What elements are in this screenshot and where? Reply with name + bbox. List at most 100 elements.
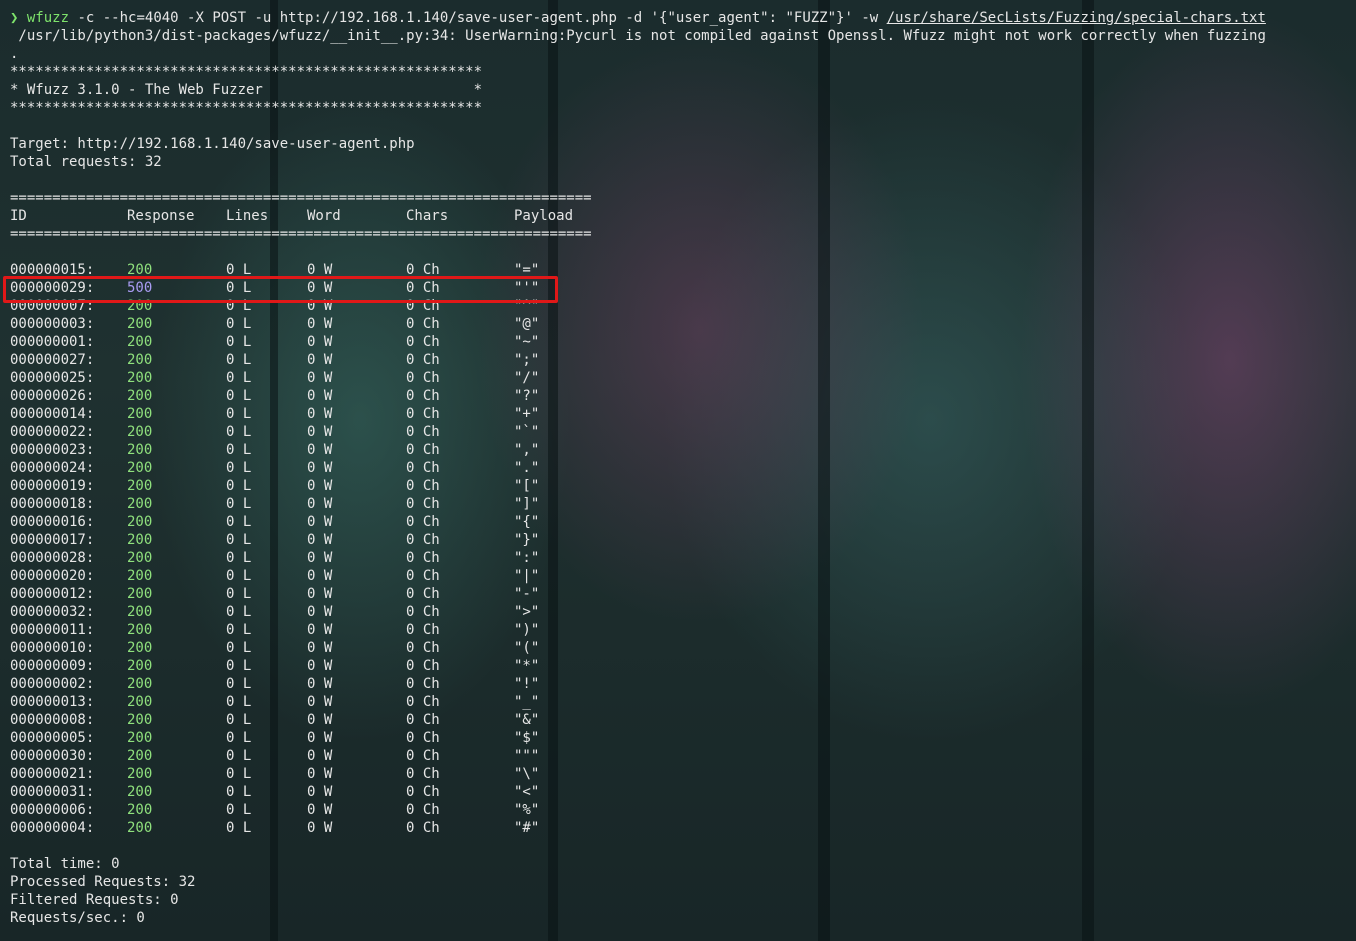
command-args: -c --hc=4040 -X POST -u http://192.168.1… bbox=[69, 10, 887, 26]
result-id: 000000032: bbox=[10, 604, 95, 620]
result-row: 000000002: 200 0 L 0 W 0 Ch "!" bbox=[10, 675, 1356, 693]
result-chars: 0 Ch bbox=[406, 748, 440, 764]
result-chars: 0 Ch bbox=[406, 604, 440, 620]
result-response: 200 bbox=[127, 820, 153, 836]
result-word: 0 W bbox=[307, 370, 333, 386]
result-lines: 0 L bbox=[226, 406, 252, 422]
result-lines: 0 L bbox=[226, 622, 252, 638]
result-row: 000000030: 200 0 L 0 W 0 Ch """ bbox=[10, 747, 1356, 765]
result-chars: 0 Ch bbox=[406, 532, 440, 548]
results-table: 000000015: 200 0 L0 W0 Ch "=" 000000029: 500 0… bbox=[10, 261, 1356, 837]
result-chars: 0 Ch bbox=[406, 514, 440, 530]
result-row: 000000024: 200 0 L 0 W 0 Ch "." bbox=[10, 459, 1356, 477]
result-row: 000000011: 200 0 L 0 W 0 Ch ")" bbox=[10, 621, 1356, 639]
result-lines: 0 L bbox=[226, 298, 252, 314]
command-program: wfuzz bbox=[26, 10, 70, 26]
result-word: 0 W bbox=[307, 496, 333, 512]
result-row: 000000001: 200 0 L 0 W 0 Ch "~" bbox=[10, 333, 1356, 351]
result-response: 200 bbox=[127, 550, 153, 566]
result-word: 0 W bbox=[307, 514, 333, 530]
result-lines: 0 L bbox=[226, 496, 252, 512]
summary-total-time: Total time: 0 bbox=[10, 856, 120, 872]
result-word: 0 W bbox=[307, 298, 333, 314]
result-row: 000000008: 200 0 L 0 W 0 Ch "&" bbox=[10, 711, 1356, 729]
result-lines: 0 L bbox=[226, 370, 252, 386]
result-lines: 0 L bbox=[226, 784, 252, 800]
result-payload: "{" bbox=[514, 514, 540, 530]
result-lines: 0 L bbox=[226, 550, 252, 566]
result-id: 000000015: bbox=[10, 262, 95, 278]
result-word: 0 W bbox=[307, 730, 333, 746]
result-word: 0 W bbox=[307, 586, 333, 602]
result-id: 000000012: bbox=[10, 586, 95, 602]
result-payload: "%" bbox=[514, 802, 540, 818]
result-chars: 0 Ch bbox=[406, 370, 440, 386]
result-payload: "|" bbox=[514, 568, 540, 584]
result-chars: 0 Ch bbox=[406, 820, 440, 836]
result-response: 500 bbox=[127, 280, 153, 296]
result-word: 0 W bbox=[307, 658, 333, 674]
result-row: 000000013: 200 0 L 0 W 0 Ch "_" bbox=[10, 693, 1356, 711]
table-separator-top: ========================================… bbox=[10, 190, 592, 206]
result-lines: 0 L bbox=[226, 802, 252, 818]
result-row: 000000032: 200 0 L 0 W 0 Ch ">" bbox=[10, 603, 1356, 621]
result-id: 000000019: bbox=[10, 478, 95, 494]
result-id: 000000029: bbox=[10, 280, 95, 296]
result-lines: 0 L bbox=[226, 748, 252, 764]
prompt-arrow-icon: ❯ bbox=[10, 10, 19, 26]
result-row: 000000026: 200 0 L 0 W 0 Ch "?" bbox=[10, 387, 1356, 405]
result-response: 200 bbox=[127, 442, 153, 458]
result-lines: 0 L bbox=[226, 262, 252, 278]
result-payload: "#" bbox=[514, 820, 540, 836]
result-word: 0 W bbox=[307, 388, 333, 404]
result-response: 200 bbox=[127, 694, 153, 710]
result-row: 000000012: 200 0 L 0 W 0 Ch "-" bbox=[10, 585, 1356, 603]
result-chars: 0 Ch bbox=[406, 676, 440, 692]
result-payload: "~" bbox=[514, 334, 540, 350]
result-word: 0 W bbox=[307, 334, 333, 350]
result-row: 000000029: 500 0 L 0 W 0 Ch "'" bbox=[10, 279, 1356, 297]
result-word: 0 W bbox=[307, 604, 333, 620]
header-payload: Payload bbox=[514, 208, 574, 224]
result-id: 000000022: bbox=[10, 424, 95, 440]
result-payload: "(" bbox=[514, 640, 540, 656]
result-payload: ":" bbox=[514, 550, 540, 566]
result-response: 200 bbox=[127, 784, 153, 800]
result-row: 000000025: 200 0 L 0 W 0 Ch "/" bbox=[10, 369, 1356, 387]
result-id: 000000008: bbox=[10, 712, 95, 728]
result-word: 0 W bbox=[307, 712, 333, 728]
banner-border-bottom: ****************************************… bbox=[10, 100, 483, 116]
result-word: 0 W bbox=[307, 550, 333, 566]
result-response: 200 bbox=[127, 730, 153, 746]
header-chars: Chars bbox=[406, 208, 449, 224]
result-payload: """ bbox=[514, 748, 540, 764]
result-row: 000000014: 200 0 L 0 W 0 Ch "+" bbox=[10, 405, 1356, 423]
result-word: 0 W bbox=[307, 442, 333, 458]
result-payload: "-" bbox=[514, 586, 540, 602]
result-lines: 0 L bbox=[226, 280, 252, 296]
terminal-output[interactable]: ❯ wfuzz -c --hc=4040 -X POST -u http://1… bbox=[10, 9, 1356, 927]
result-id: 000000025: bbox=[10, 370, 95, 386]
result-chars: 0 Ch bbox=[406, 622, 440, 638]
result-payload: ")" bbox=[514, 622, 540, 638]
result-response: 200 bbox=[127, 334, 153, 350]
result-id: 000000003: bbox=[10, 316, 95, 332]
result-lines: 0 L bbox=[226, 694, 252, 710]
result-response: 200 bbox=[127, 712, 153, 728]
result-response: 200 bbox=[127, 352, 153, 368]
result-row: 000000023: 200 0 L 0 W 0 Ch "," bbox=[10, 441, 1356, 459]
result-id: 000000013: bbox=[10, 694, 95, 710]
result-response: 200 bbox=[127, 460, 153, 476]
result-response: 200 bbox=[127, 802, 153, 818]
warning-line-continuation: . bbox=[10, 46, 19, 62]
result-id: 000000011: bbox=[10, 622, 95, 638]
result-chars: 0 Ch bbox=[406, 388, 440, 404]
result-word: 0 W bbox=[307, 424, 333, 440]
result-id: 000000027: bbox=[10, 352, 95, 368]
result-payload: "$" bbox=[514, 730, 540, 746]
result-lines: 0 L bbox=[226, 658, 252, 674]
result-response: 200 bbox=[127, 676, 153, 692]
result-chars: 0 Ch bbox=[406, 352, 440, 368]
result-lines: 0 L bbox=[226, 586, 252, 602]
